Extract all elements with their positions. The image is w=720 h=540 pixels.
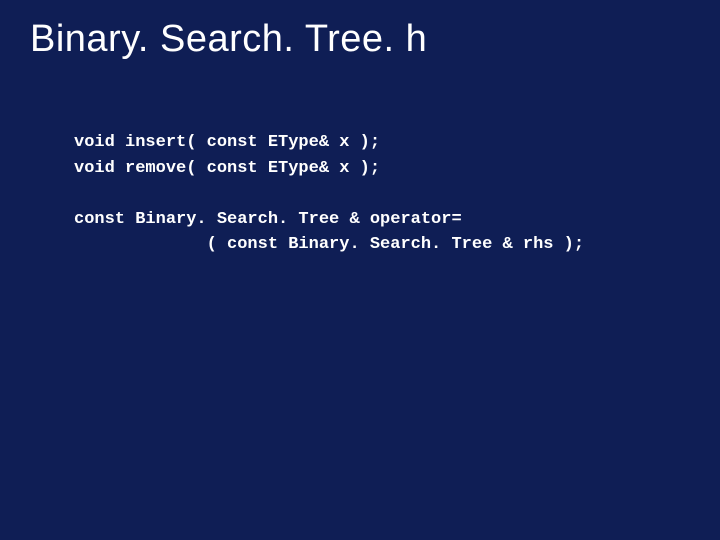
code-line-1: void insert( const EType& x ); [74, 133, 380, 152]
code-line-3: const Binary. Search. Tree & operator= [74, 210, 462, 229]
slide-title: Binary. Search. Tree. h [30, 18, 427, 61]
code-line-2: void remove( const EType& x ); [74, 159, 380, 178]
code-line-4: ( const Binary. Search. Tree & rhs ); [74, 235, 584, 254]
code-block: void insert( const EType& x ); void remo… [74, 130, 584, 258]
slide: Binary. Search. Tree. h void insert( con… [0, 0, 720, 540]
